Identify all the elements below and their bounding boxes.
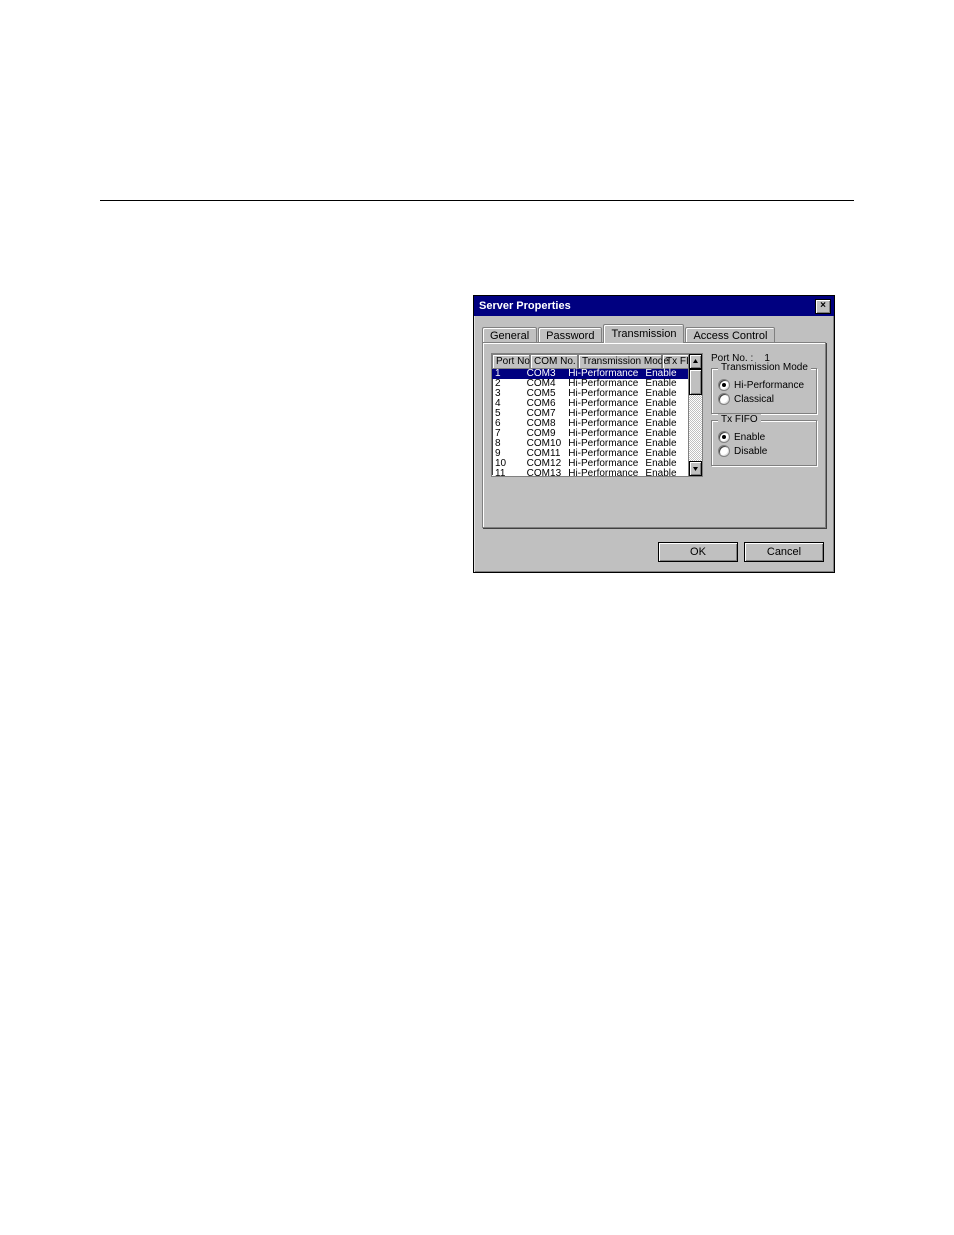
detail-panel: Port No. : 1 Transmission Mode Hi-Perfor… <box>711 353 817 477</box>
radio-fifo-disable[interactable]: Disable <box>718 445 810 457</box>
ok-button[interactable]: OK <box>658 542 738 562</box>
scroll-up-button[interactable] <box>689 354 702 369</box>
radio-label: Classical <box>734 394 774 405</box>
close-icon: × <box>820 301 826 311</box>
list-body: 1COM3Hi-PerformanceEnable2COM4Hi-Perform… <box>492 369 688 476</box>
radio-label: Disable <box>734 446 767 457</box>
group-title: Transmission Mode <box>718 362 811 373</box>
list-scrollbar[interactable] <box>688 354 702 476</box>
scroll-thumb[interactable] <box>689 369 702 395</box>
tabpage-transmission: Port No. COM No. Transmission Mode Tx FI… <box>482 342 826 528</box>
radio-label: Hi-Performance <box>734 380 804 391</box>
tab-label: Password <box>546 330 594 342</box>
col-mode[interactable]: Transmission Mode <box>578 354 662 369</box>
button-label: Cancel <box>767 546 801 558</box>
ports-list: Port No. COM No. Transmission Mode Tx FI… <box>492 354 688 476</box>
col-fifo[interactable]: Tx FIFO <box>662 354 688 369</box>
cell-port: 11 <box>495 469 527 476</box>
tab-label: Access Control <box>693 330 767 342</box>
server-properties-dialog: Server Properties × General Password Tra… <box>473 295 835 573</box>
radio-hi-performance[interactable]: Hi-Performance <box>718 379 810 391</box>
transmission-mode-group: Transmission Mode Hi-Performance Classic… <box>711 368 817 414</box>
tab-transmission[interactable]: Transmission <box>603 324 684 343</box>
group-title: Tx FIFO <box>718 414 761 425</box>
button-label: OK <box>690 546 706 558</box>
tx-fifo-group: Tx FIFO Enable Disable <box>711 420 817 466</box>
titlebar[interactable]: Server Properties × <box>474 296 834 316</box>
radio-icon <box>718 393 730 405</box>
radio-fifo-enable[interactable]: Enable <box>718 431 810 443</box>
tab-label: Transmission <box>611 328 676 340</box>
list-header: Port No. COM No. Transmission Mode Tx FI… <box>492 354 688 369</box>
close-button[interactable]: × <box>815 299 831 314</box>
cell-fifo: Enable <box>645 469 685 476</box>
radio-classical[interactable]: Classical <box>718 393 810 405</box>
cell-mode: Hi-Performance <box>568 469 645 476</box>
radio-icon <box>718 431 730 443</box>
col-port[interactable]: Port No. <box>492 354 530 369</box>
ports-listview[interactable]: Port No. COM No. Transmission Mode Tx FI… <box>491 353 703 477</box>
cell-com: COM13 <box>527 469 569 476</box>
table-row[interactable]: 11COM13Hi-PerformanceEnable <box>492 469 688 476</box>
cancel-button[interactable]: Cancel <box>744 542 824 562</box>
page-divider <box>100 200 854 201</box>
tab-label: General <box>490 330 529 342</box>
chevron-down-icon <box>692 465 699 472</box>
dialog-buttons: OK Cancel <box>474 536 834 572</box>
radio-icon <box>718 445 730 457</box>
scroll-down-button[interactable] <box>689 461 702 476</box>
tabstrip: General Password Transmission Access Con… <box>482 324 826 343</box>
dialog-client: General Password Transmission Access Con… <box>474 316 834 536</box>
col-com[interactable]: COM No. <box>530 354 578 369</box>
chevron-up-icon <box>692 358 699 365</box>
radio-icon <box>718 379 730 391</box>
titlebar-title: Server Properties <box>477 300 571 312</box>
radio-label: Enable <box>734 432 765 443</box>
